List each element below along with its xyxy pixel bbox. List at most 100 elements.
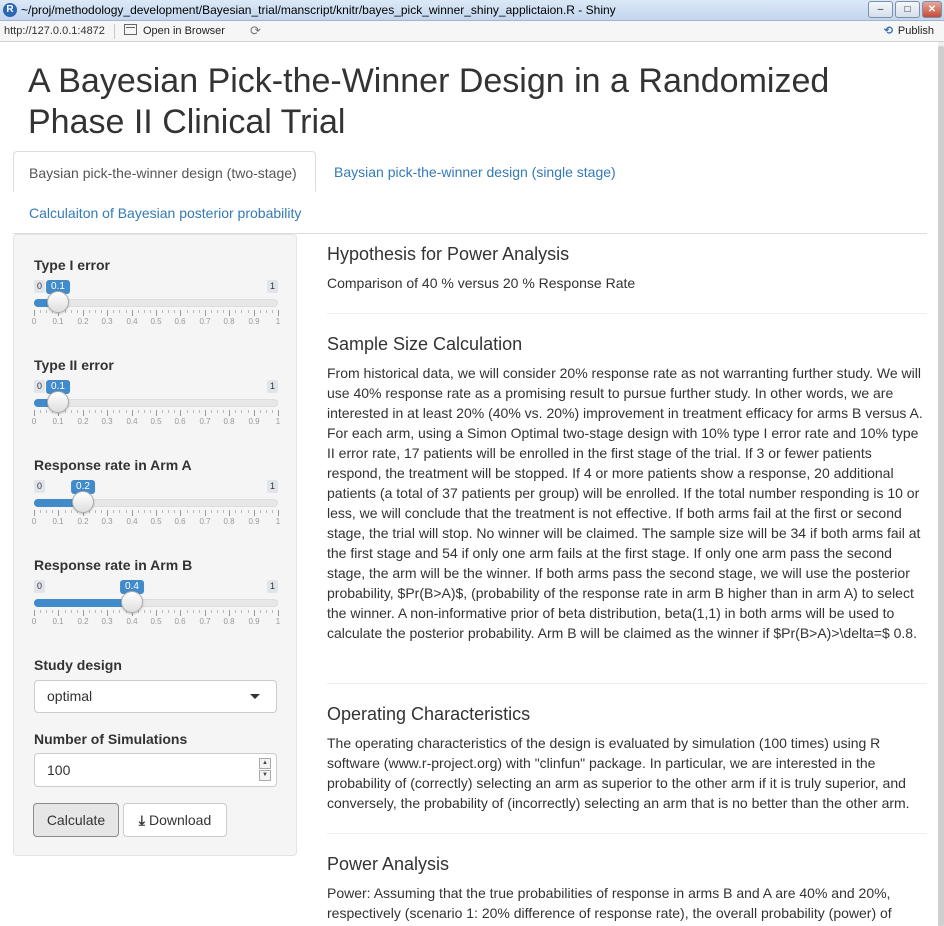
number-stepper[interactable]: ▲ ▼ [259, 758, 271, 782]
number-of-simulations-input[interactable]: 100 ▲ ▼ [34, 753, 277, 787]
stepper-down-icon[interactable]: ▼ [259, 770, 271, 781]
slider-tick [272, 310, 273, 313]
maximize-button[interactable]: □ [895, 1, 920, 18]
calculate-button[interactable]: Calculate [33, 803, 119, 837]
tab-single-stage[interactable]: Baysian pick-the-winner design (single s… [334, 162, 616, 182]
minimize-button[interactable]: – [868, 1, 893, 18]
slider-tick-label: 0.8 [223, 517, 235, 526]
slider-handle[interactable] [72, 491, 94, 513]
slider-track[interactable] [34, 399, 278, 407]
slider-tick-label: 0.7 [199, 617, 211, 626]
slider-tick [119, 310, 120, 313]
browser-window-icon [124, 24, 137, 35]
slider-handle[interactable] [121, 591, 143, 613]
slider-tick [58, 610, 59, 616]
slider-tick-label: 0.9 [248, 317, 260, 326]
close-button[interactable]: ✕ [922, 1, 942, 18]
slider-tick [235, 610, 236, 613]
slider-tick [138, 510, 139, 513]
refresh-icon[interactable]: ⟳ [250, 23, 261, 39]
slider-tick [40, 510, 41, 513]
slider-tick [83, 310, 84, 316]
slider-tick [260, 310, 261, 313]
slider-tick [180, 410, 181, 416]
sidebar-panel: Type I error 0 1 0 0.1 0.2 0.3 0.4 0.5 0.6 0.7 0.8… [13, 234, 297, 856]
slider-tick [199, 610, 200, 613]
slider-tick [211, 610, 212, 613]
slider-tick [71, 410, 72, 413]
type-ii-error-label: Type II error [34, 357, 114, 373]
slider-tick [174, 610, 175, 613]
slider-tick [101, 310, 102, 313]
slider-tick-label: 0.7 [199, 417, 211, 426]
slider-tick-label: 0.9 [248, 517, 260, 526]
slider-tick-label: 0.7 [199, 317, 211, 326]
slider-tick-label: 0.4 [126, 517, 138, 526]
slider-tick [254, 510, 255, 516]
slider-tick [229, 610, 230, 616]
slider-track[interactable] [34, 299, 278, 307]
slider-tick [40, 310, 41, 313]
tab-two-stage[interactable]: Baysian pick-the-winner design (two-stag… [13, 151, 316, 192]
type-i-error-slider[interactable]: 0 1 0 0.1 0.2 0.3 0.4 0.5 0.6 0.7 0.8 0.9 1 0.1 [32, 280, 280, 340]
slider-min-label: 0 [34, 580, 46, 593]
slider-tick [241, 310, 242, 313]
slider-handle[interactable] [47, 291, 69, 313]
slider-tick [211, 410, 212, 413]
slider-tick [266, 410, 267, 413]
slider-tick [193, 510, 194, 513]
vertical-scrollbar[interactable] [938, 42, 944, 926]
publish-button[interactable]: ⟲ Publish [884, 24, 934, 37]
stepper-up-icon[interactable]: ▲ [259, 758, 271, 769]
slider-tick [156, 410, 157, 416]
slider-max-label: 1 [266, 480, 278, 493]
power-analysis-heading: Power Analysis [327, 854, 450, 874]
slider-tick [156, 610, 157, 616]
slider-tick [126, 410, 127, 413]
slider-tick [113, 410, 114, 413]
slider-tick [150, 410, 151, 413]
slider-tick [46, 310, 47, 313]
response-rate-arm-b-slider[interactable]: 0 1 0 0.1 0.2 0.3 0.4 0.5 0.6 0.7 0.8 0.9 1 0.4 [31, 580, 281, 640]
tab-posterior-probability[interactable]: Calculaiton of Bayesian posterior probab… [29, 203, 301, 223]
url-text: http://127.0.0.1:4872 [4, 25, 105, 37]
slider-tick [205, 610, 206, 616]
slider-tick-label: 0.5 [150, 617, 162, 626]
slider-tick-label: 0.6 [174, 517, 186, 526]
slider-tick [168, 510, 169, 513]
slider-tick-label: 0.8 [223, 417, 235, 426]
response-rate-arm-a-label: Response rate in Arm A [34, 457, 192, 473]
number-of-simulations-label: Number of Simulations [34, 731, 188, 747]
slider-tick-label: 0 [31, 617, 37, 626]
slider-tick-label: 0.3 [101, 417, 113, 426]
slider-tick [278, 610, 279, 616]
slider-tick [144, 310, 145, 313]
section-divider [327, 833, 927, 834]
slider-tick [71, 510, 72, 513]
slider-tick [180, 510, 181, 516]
slider-tick [58, 510, 59, 516]
download-button[interactable]: ⤓ Download [123, 803, 227, 837]
slider-tick-label: 0.1 [52, 517, 64, 526]
slider-tick [217, 610, 218, 613]
slider-tick [156, 310, 157, 316]
slider-tick [223, 610, 224, 613]
slider-tick [199, 410, 200, 413]
slider-tick [95, 410, 96, 413]
slider-tick [223, 510, 224, 513]
slider-tick-label: 1 [275, 617, 281, 626]
slider-max-label: 1 [266, 280, 278, 293]
open-in-browser-button[interactable]: Open in Browser [124, 24, 225, 37]
slider-tick-label: 0.4 [126, 317, 138, 326]
slider-tick-label: 0.4 [126, 417, 138, 426]
slider-tick [205, 410, 206, 416]
response-rate-arm-a-slider[interactable]: 0 1 0 0.1 0.2 0.3 0.4 0.5 0.6 0.7 0.8 0.9 1 0.2 [32, 480, 280, 540]
slider-tick [180, 610, 181, 616]
slider-tick [144, 610, 145, 613]
slider-min-label: 0 [34, 280, 46, 293]
study-design-select[interactable]: optimal [34, 680, 277, 713]
type-ii-error-slider[interactable]: 0 1 0 0.1 0.2 0.3 0.4 0.5 0.6 0.7 0.8 0.9 1 0.1 [32, 380, 280, 440]
slider-tick [34, 510, 35, 516]
scrollbar-thumb[interactable] [938, 46, 944, 926]
slider-handle[interactable] [47, 391, 69, 413]
